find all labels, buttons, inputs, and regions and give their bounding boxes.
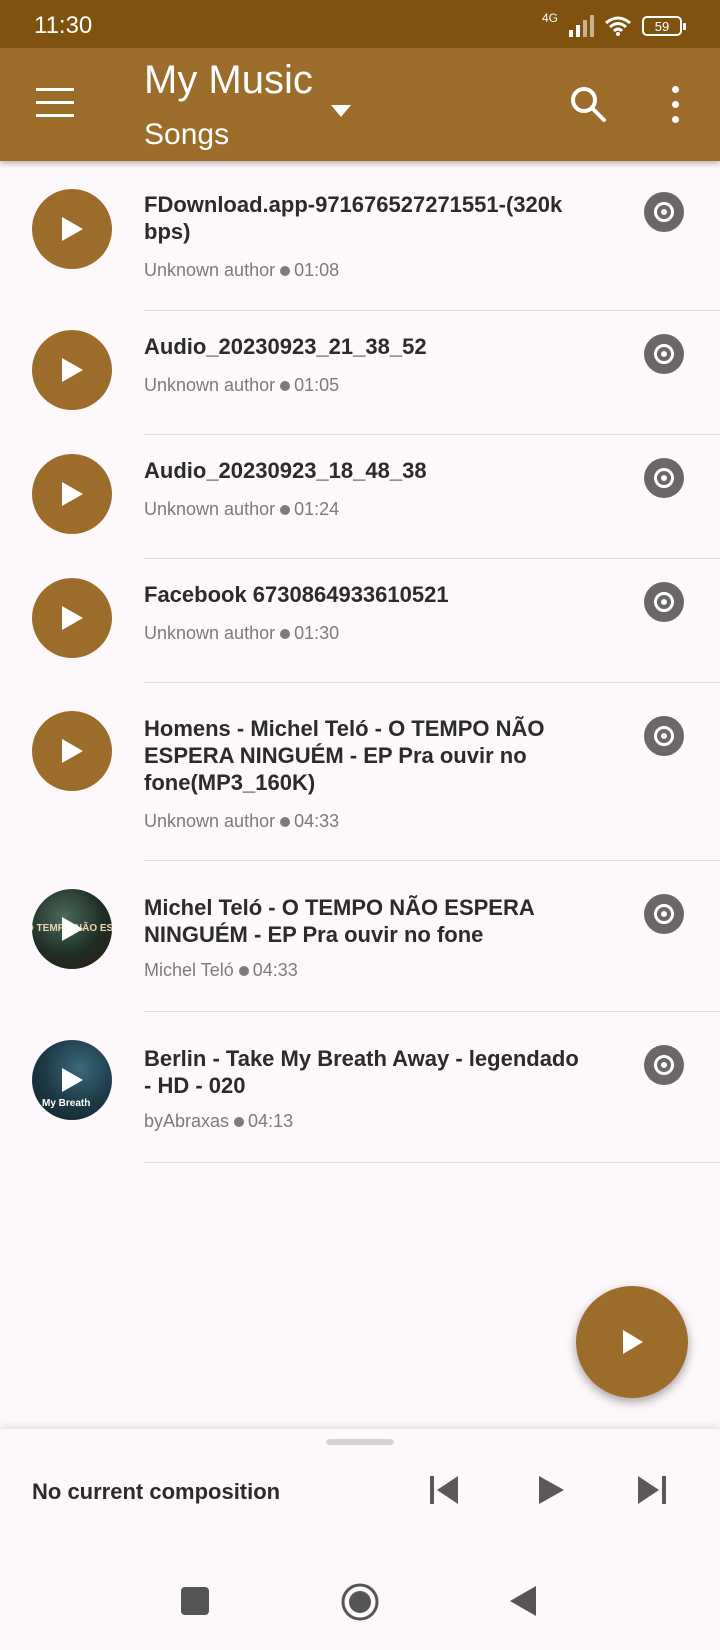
song-item[interactable]: Audio_20230923_18_48_38 Unknown author 0…: [0, 435, 720, 559]
more-vert-icon[interactable]: [660, 86, 690, 126]
song-duration: 01:05: [294, 375, 340, 395]
song-meta: Unknown author 01:30: [144, 623, 339, 644]
disc-icon[interactable]: [644, 192, 684, 232]
song-author: Unknown author: [144, 499, 276, 519]
song-item[interactable]: Homens - Michel Teló - O TEMPO NÃO ESPER…: [0, 683, 720, 861]
disc-icon[interactable]: [644, 1045, 684, 1085]
song-duration: 01:24: [294, 499, 340, 519]
play-icon: [62, 482, 83, 506]
back-icon[interactable]: [508, 1584, 538, 1618]
song-duration: 04:13: [248, 1111, 294, 1131]
play-icon: [62, 1068, 83, 1092]
play-button[interactable]: [32, 711, 112, 791]
song-title: Audio_20230923_18_48_38: [144, 458, 427, 483]
song-title: FDownload.app-971676527271551-(320k bps): [144, 192, 563, 244]
song-author: Unknown author: [144, 623, 276, 643]
signal-icon: [569, 15, 594, 37]
song-title: Audio_20230923_21_38_52: [144, 334, 427, 359]
play-button[interactable]: [32, 578, 112, 658]
song-title: Michel Teló - O TEMPO NÃO ESPERA NINGUÉM…: [144, 895, 534, 947]
song-duration: 04:33: [294, 811, 340, 831]
play-button[interactable]: [32, 454, 112, 534]
song-author: Unknown author: [144, 260, 276, 280]
song-item[interactable]: My Breath Berlin - Take My Breath Away -…: [0, 1012, 720, 1163]
mini-player: No current composition: [0, 1428, 720, 1550]
skip-previous-icon[interactable]: [428, 1473, 460, 1507]
now-playing-title: No current composition: [32, 1479, 281, 1504]
disc-icon[interactable]: [644, 334, 684, 374]
song-author: Unknown author: [144, 375, 276, 395]
play-button[interactable]: [32, 330, 112, 410]
disc-icon[interactable]: [644, 582, 684, 622]
song-author: Michel Teló: [144, 960, 234, 980]
disc-icon[interactable]: [644, 458, 684, 498]
play-icon: [62, 217, 83, 241]
album-art[interactable]: O TEMPO NÃO ESPERA NINGUÉM: [32, 889, 112, 969]
song-author: byAbraxas: [144, 1111, 230, 1131]
page-title[interactable]: My Music: [144, 58, 313, 103]
play-icon: [62, 358, 83, 382]
status-icons: 4G 59: [541, 11, 686, 40]
battery-level: 59: [654, 18, 670, 34]
song-meta: Michel Teló 04:33: [144, 960, 298, 981]
page-subtitle[interactable]: Songs: [144, 118, 229, 152]
play-icon[interactable]: [536, 1473, 566, 1507]
song-item[interactable]: Audio_20230923_21_38_52 Unknown author 0…: [0, 311, 720, 435]
song-item[interactable]: Facebook 6730864933610521 Unknown author…: [0, 559, 720, 683]
song-author: Unknown author: [144, 811, 276, 831]
song-meta: byAbraxas 04:13: [144, 1111, 293, 1132]
play-button[interactable]: [32, 189, 112, 269]
wifi-icon: [605, 16, 631, 36]
disc-icon[interactable]: [644, 716, 684, 756]
network-type: 4G: [541, 11, 558, 25]
song-meta: Unknown author 01:05: [144, 375, 339, 396]
skip-next-icon[interactable]: [636, 1473, 668, 1507]
divider: [144, 1162, 720, 1163]
play-icon: [623, 1330, 643, 1354]
album-art-text: My Breath: [42, 1098, 91, 1109]
song-list: FDownload.app-971676527271551-(320k bps)…: [0, 161, 720, 1163]
song-meta: Unknown author 04:33: [144, 811, 339, 832]
disc-icon[interactable]: [644, 894, 684, 934]
system-nav-bar: [0, 1550, 720, 1650]
album-art[interactable]: My Breath: [32, 1040, 112, 1120]
song-duration: 01:30: [294, 623, 340, 643]
play-icon: [62, 606, 83, 630]
app-bar: My Music Songs: [0, 48, 720, 161]
dropdown-icon[interactable]: [330, 104, 352, 118]
song-item[interactable]: O TEMPO NÃO ESPERA NINGUÉM Michel Teló -…: [0, 861, 720, 1012]
song-title: Berlin - Take My Breath Away - legendado…: [144, 1046, 579, 1098]
menu-icon[interactable]: [36, 88, 76, 118]
song-title: Homens - Michel Teló - O TEMPO NÃO ESPER…: [144, 716, 545, 795]
play-icon: [62, 739, 83, 763]
search-icon[interactable]: [568, 84, 608, 124]
battery-icon: 59: [642, 16, 686, 36]
song-meta: Unknown author 01:08: [144, 260, 339, 281]
song-duration: 01:08: [294, 260, 340, 280]
drag-handle[interactable]: [326, 1439, 394, 1445]
recents-icon[interactable]: [180, 1586, 210, 1616]
song-meta: Unknown author 01:24: [144, 499, 339, 520]
song-duration: 04:33: [252, 960, 298, 980]
play-icon: [62, 917, 83, 941]
status-bar: 11:30 4G 59: [0, 0, 720, 48]
status-time: 11:30: [34, 12, 93, 39]
shuffle-play-fab[interactable]: [576, 1286, 688, 1398]
song-title: Facebook 6730864933610521: [144, 582, 449, 607]
home-icon[interactable]: [340, 1582, 380, 1622]
song-item[interactable]: FDownload.app-971676527271551-(320k bps)…: [0, 161, 720, 311]
